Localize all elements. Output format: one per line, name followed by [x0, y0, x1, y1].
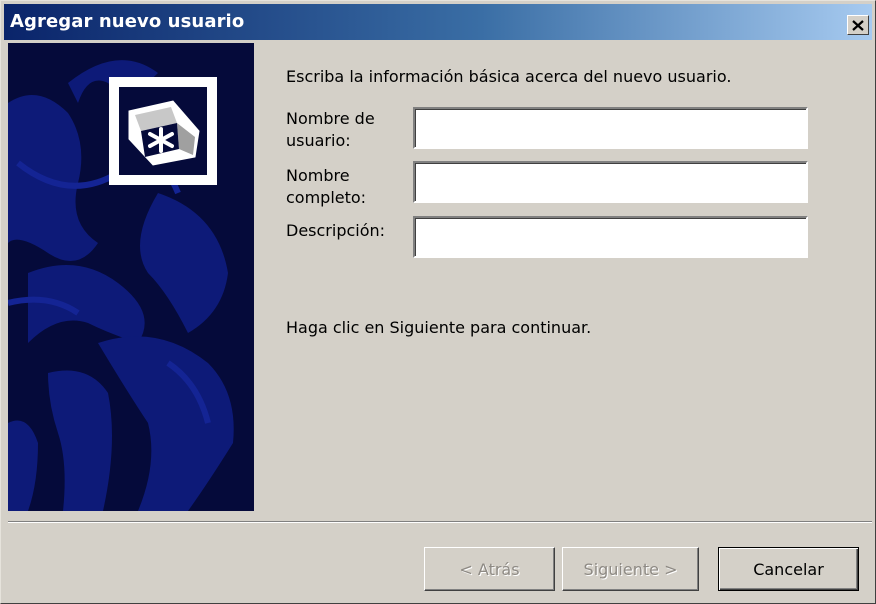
- back-button[interactable]: < Atrás: [424, 547, 555, 591]
- add-user-dialog: Agregar nuevo usuario Escriba la informa…: [0, 0, 876, 604]
- username-label: Nombre de usuario:: [286, 109, 375, 150]
- form-heading: Escriba la información básica acerca del…: [286, 67, 732, 86]
- close-button[interactable]: [847, 15, 869, 35]
- close-x-icon: [852, 19, 864, 31]
- title-bar[interactable]: Agregar nuevo usuario: [4, 4, 872, 40]
- description-label: Descripción:: [286, 221, 386, 240]
- window-title: Agregar nuevo usuario: [10, 11, 245, 32]
- logo-box: [109, 77, 217, 185]
- full-name-input[interactable]: [413, 161, 808, 203]
- asterisk-logo-icon: [128, 100, 200, 166]
- username-input[interactable]: [413, 107, 808, 149]
- description-input[interactable]: [413, 216, 808, 258]
- next-button[interactable]: Siguiente >: [562, 547, 699, 591]
- full-name-label: Nombre completo:: [286, 166, 367, 207]
- cancel-button[interactable]: Cancelar: [718, 547, 859, 591]
- button-separator: [8, 521, 872, 523]
- continue-hint: Haga clic en Siguiente para continuar.: [286, 318, 592, 337]
- wizard-banner: [8, 43, 254, 511]
